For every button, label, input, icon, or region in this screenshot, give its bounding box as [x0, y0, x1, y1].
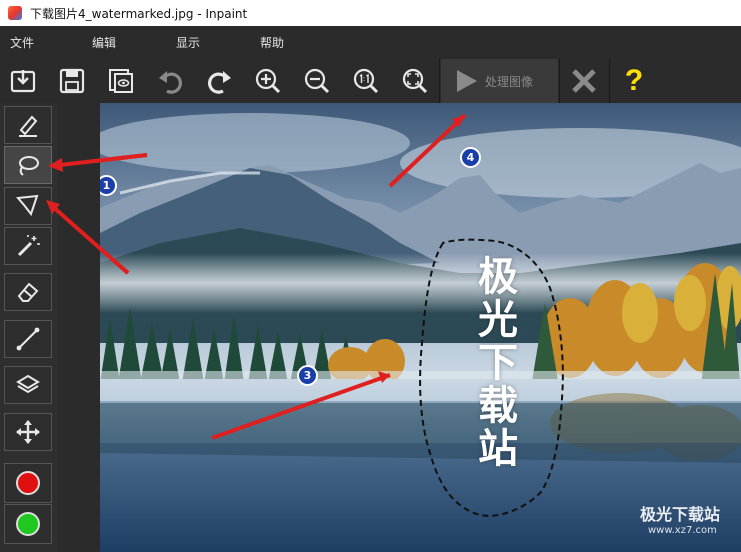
landscape-photo: [100, 103, 741, 552]
menu-file[interactable]: 文件: [0, 34, 82, 51]
menu-edit[interactable]: 编辑: [82, 34, 166, 51]
open-button[interactable]: [5, 63, 41, 99]
move-icon: [16, 420, 40, 444]
cancel-button[interactable]: [566, 63, 602, 99]
tool-panel: [0, 103, 100, 552]
help-icon: ?: [624, 64, 644, 97]
help-button[interactable]: ?: [616, 63, 652, 99]
save-as-icon: [109, 69, 133, 93]
watermark-text: 极光下载站: [478, 254, 518, 472]
image-canvas[interactable]: 极光下载站 1 2 3 4 极光下载站 www.xz7.com: [100, 103, 741, 552]
zoom-in-icon: [255, 68, 281, 94]
menu-view[interactable]: 显示: [166, 34, 250, 51]
toolbar: 处理图像 ?: [0, 59, 741, 103]
toolbar-separator: [609, 59, 610, 103]
undo-button[interactable]: [153, 63, 189, 99]
lasso-icon: [19, 156, 39, 176]
secondary-color-swatch[interactable]: [4, 504, 52, 544]
close-icon: [572, 69, 596, 93]
inpaint-app-icon: [8, 6, 22, 20]
polygon-lasso-icon: [16, 194, 39, 217]
zoom-fit-button[interactable]: [397, 63, 433, 99]
magic-wand-tool[interactable]: [4, 227, 52, 265]
zoom-fit-icon: [402, 68, 428, 94]
save-button[interactable]: [54, 63, 90, 99]
title-bar: 下载图片4_watermarked.jpg - Inpaint: [0, 0, 741, 26]
open-icon: [10, 70, 36, 93]
line-tool[interactable]: [4, 320, 52, 358]
toolbar-separator: [559, 59, 560, 103]
step-badge-3: 3: [297, 365, 318, 386]
primary-color-dot: [16, 471, 40, 495]
zoom-out-icon: [304, 68, 330, 94]
window-title: 下载图片4_watermarked.jpg - Inpaint: [30, 6, 248, 21]
lasso-tool[interactable]: [4, 146, 52, 184]
redo-icon: [208, 71, 231, 94]
save-as-button[interactable]: [103, 63, 139, 99]
redo-button[interactable]: [201, 63, 237, 99]
zoom-out-button[interactable]: [299, 63, 335, 99]
undo-icon: [159, 71, 182, 94]
step-badge-4: 4: [460, 147, 481, 168]
process-image-label: 处理图像: [485, 74, 534, 89]
eraser-tool[interactable]: [4, 273, 52, 311]
zoom-actual-icon: [353, 68, 379, 94]
menu-help[interactable]: 帮助: [250, 34, 294, 51]
site-url: www.xz7.com: [648, 525, 717, 536]
marker-icon: [19, 115, 38, 137]
save-icon: [59, 68, 85, 94]
menu-bar: 文件 编辑 显示 帮助: [0, 26, 741, 59]
zoom-in-button[interactable]: [250, 63, 286, 99]
layers-tool[interactable]: [4, 366, 52, 404]
marker-tool[interactable]: [4, 106, 52, 144]
layers-icon: [16, 374, 40, 394]
zoom-actual-button[interactable]: [348, 63, 384, 99]
move-tool[interactable]: [4, 413, 52, 451]
play-icon: [457, 70, 477, 92]
toolbar-separator: [439, 59, 440, 103]
primary-color-swatch[interactable]: [4, 463, 52, 503]
line-icon: [16, 327, 40, 351]
magic-wand-icon: [17, 235, 40, 257]
process-image-button[interactable]: 处理图像: [441, 59, 558, 103]
polygon-lasso-tool[interactable]: [4, 187, 52, 225]
secondary-color-dot: [16, 512, 40, 536]
site-logo: 极光下载站: [640, 505, 721, 524]
eraser-icon: [17, 282, 39, 302]
